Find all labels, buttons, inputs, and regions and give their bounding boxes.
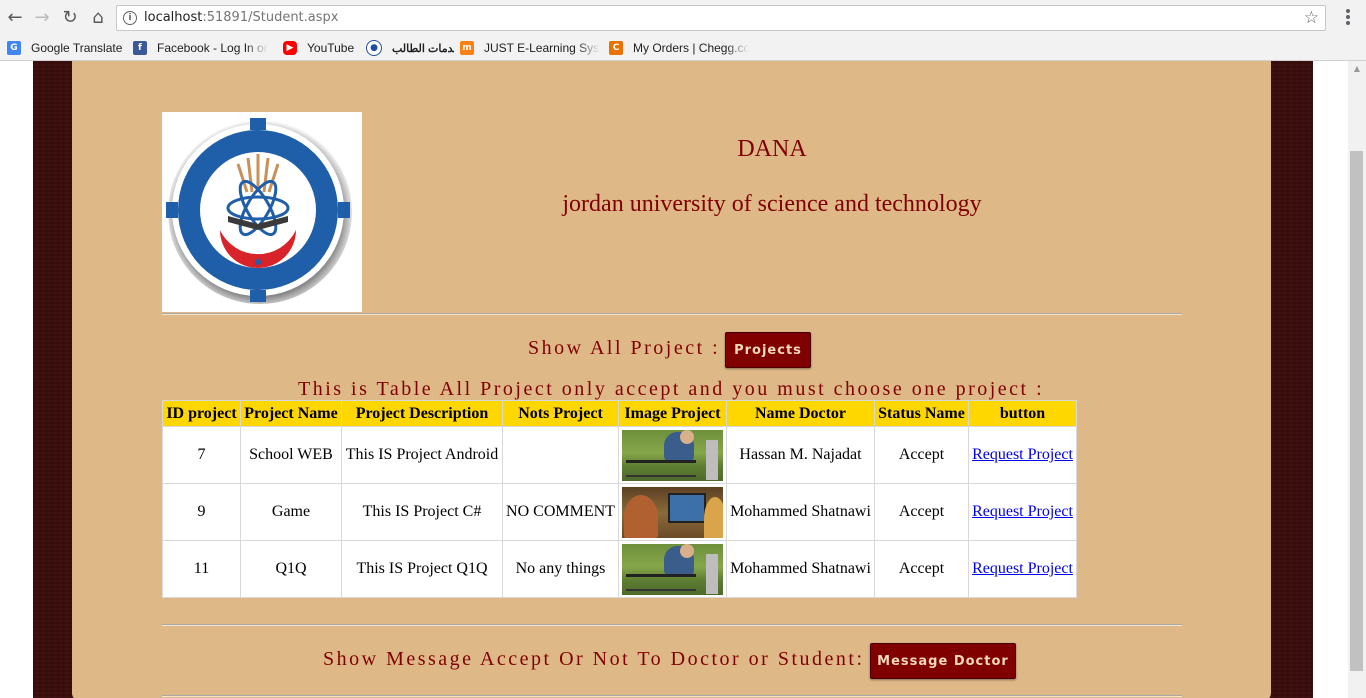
bookmark-facebook[interactable]: f Facebook - Log In or (133, 39, 271, 57)
column-header: Name Doctor (726, 400, 875, 427)
cell-description: This IS Project Android (341, 426, 503, 484)
bookmark-google-translate[interactable]: G Google Translate (7, 39, 125, 57)
cell-description: This IS Project Q1Q (341, 540, 503, 598)
table-row: 9 Game This IS Project C# NO COMMENT Moh… (162, 483, 1077, 541)
just-logo-icon: ● (366, 40, 382, 56)
scroll-thumb[interactable] (1350, 151, 1363, 671)
bookmark-youtube[interactable]: ▶ YouTube (283, 39, 358, 57)
google-translate-icon: G (7, 41, 21, 55)
reload-icon[interactable]: ↻ (58, 6, 82, 30)
page-scrollbar[interactable]: ▲ (1348, 61, 1366, 698)
cell-action: Request Project (968, 426, 1077, 484)
column-header: button (968, 400, 1077, 427)
cell-id: 11 (162, 540, 241, 598)
url-text[interactable]: localhost:51891/Student.aspx (144, 10, 338, 25)
table-header-row: ID project Project Name Project Descript… (162, 400, 1077, 427)
show-message-label: Show Message Accept Or Not To Doctor or … (323, 648, 865, 670)
bookmark-chegg[interactable]: C My Orders | Chegg.cc (609, 39, 749, 57)
table-row: 7 School WEB This IS Project Android Has… (162, 426, 1077, 484)
university-logo (162, 112, 362, 312)
cell-project-name: Q1Q (240, 540, 342, 598)
column-header: Nots Project (502, 400, 619, 427)
bookmark-star-icon[interactable]: ☆ (1304, 8, 1319, 28)
divider (162, 624, 1182, 626)
home-icon[interactable]: ⌂ (86, 6, 110, 30)
scroll-up-icon[interactable]: ▲ (1348, 61, 1366, 77)
cell-doctor: Mohammed Shatnawi (726, 540, 875, 598)
column-header: Status Name (874, 400, 969, 427)
cell-id: 9 (162, 483, 241, 541)
project-image-laptop (622, 486, 723, 538)
page-viewport: DANA jordan university of science and te… (0, 61, 1348, 698)
column-header: Project Name (240, 400, 342, 427)
cell-status: Accept (874, 483, 969, 541)
cell-action: Request Project (968, 540, 1077, 598)
cell-notes: No any things (502, 540, 619, 598)
request-project-link[interactable]: Request Project (972, 560, 1073, 577)
moodle-icon: m (460, 41, 474, 55)
project-image-drone (622, 429, 723, 481)
university-seal-icon (166, 118, 352, 304)
bookmark-student-services[interactable]: ● خدمات الطالب (366, 39, 454, 57)
table-caption: This is Table All Project only accept an… (298, 378, 1045, 400)
divider (162, 313, 1182, 315)
facebook-icon: f (133, 41, 147, 55)
bookmarks-bar: G Google Translate f Facebook - Log In o… (0, 36, 1366, 61)
cell-project-name: School WEB (240, 426, 342, 484)
request-project-link[interactable]: Request Project (972, 503, 1073, 520)
projects-table: ID project Project Name Project Descript… (162, 400, 1077, 598)
column-header: Project Description (341, 400, 503, 427)
cell-project-name: Game (240, 483, 342, 541)
forward-arrow-icon[interactable]: → (30, 6, 54, 30)
youtube-icon: ▶ (283, 41, 297, 55)
page-title: DANA (737, 136, 807, 162)
divider (162, 695, 1182, 697)
cell-status: Accept (874, 426, 969, 484)
cell-description: This IS Project C# (341, 483, 503, 541)
cell-doctor: Mohammed Shatnawi (726, 483, 875, 541)
message-doctor-button[interactable]: Message Doctor (870, 643, 1016, 679)
cell-notes: NO COMMENT (502, 483, 619, 541)
bookmark-just-elearning[interactable]: m JUST E-Learning Syste (460, 39, 600, 57)
chegg-icon: C (609, 41, 623, 55)
cell-id: 7 (162, 426, 241, 484)
cell-action: Request Project (968, 483, 1077, 541)
column-header: Image Project (618, 400, 727, 427)
projects-button[interactable]: Projects (725, 332, 811, 368)
browser-toolbar: ← → ↻ ⌂ i localhost:51891/Student.aspx ☆ (0, 0, 1366, 36)
cell-image (618, 540, 727, 598)
request-project-link[interactable]: Request Project (972, 446, 1073, 463)
browser-menu-icon[interactable] (1340, 8, 1356, 28)
info-icon[interactable]: i (123, 11, 137, 25)
project-image-drone (622, 543, 723, 595)
show-projects-label: Show All Project : (528, 337, 721, 359)
cell-notes (502, 426, 619, 484)
column-header: ID project (162, 400, 241, 427)
page-subtitle: jordan university of science and technol… (562, 191, 982, 217)
table-row: 11 Q1Q This IS Project Q1Q No any things… (162, 540, 1077, 598)
back-arrow-icon[interactable]: ← (3, 6, 27, 30)
cell-doctor: Hassan M. Najadat (726, 426, 875, 484)
cell-image (618, 426, 727, 484)
address-bar[interactable]: i localhost:51891/Student.aspx ☆ (116, 5, 1326, 31)
cell-status: Accept (874, 540, 969, 598)
cell-image (618, 483, 727, 541)
